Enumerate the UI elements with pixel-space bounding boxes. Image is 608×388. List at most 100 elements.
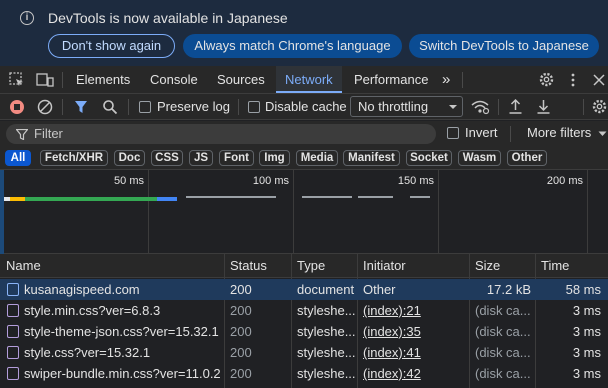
- request-status: 200: [230, 345, 252, 360]
- separator: [238, 99, 239, 115]
- separator: [62, 99, 63, 115]
- request-size: (disk ca...: [475, 303, 531, 318]
- table-row[interactable]: kusanagispeed.com 200 document Other 17.…: [0, 279, 608, 300]
- request-time: 3 ms: [572, 324, 601, 339]
- separator: [62, 72, 63, 88]
- request-time: 58 ms: [565, 282, 601, 297]
- switch-to-japanese-button[interactable]: Switch DevTools to Japanese: [409, 34, 599, 58]
- request-status: 200: [230, 303, 252, 318]
- gridline: [293, 170, 294, 254]
- column-header-status[interactable]: Status: [224, 254, 267, 278]
- filter-row: Filter Invert More filters: [0, 121, 608, 146]
- export-har-icon[interactable]: [536, 98, 551, 115]
- language-notification-bar: i DevTools is now available in Japanese …: [0, 0, 608, 66]
- column-header-size[interactable]: Size: [469, 254, 500, 278]
- filter-chip-all[interactable]: All: [5, 150, 31, 166]
- overview-selection-handle[interactable]: [0, 170, 4, 254]
- preserve-log-label: Preserve log: [157, 99, 230, 114]
- request-type: styleshe...: [297, 324, 356, 339]
- request-initiator: Other: [363, 282, 396, 297]
- request-name: style.min.css?ver=6.8.3: [24, 303, 161, 318]
- filter-chip-wasm[interactable]: Wasm: [458, 150, 501, 166]
- tab-sources[interactable]: Sources: [217, 66, 265, 93]
- resource-type-filters: All Fetch/XHR Doc CSS JS Font Img Media …: [0, 146, 608, 170]
- kebab-menu-icon[interactable]: [569, 72, 577, 88]
- gridline: [587, 170, 588, 254]
- column-header-name[interactable]: Name: [0, 254, 41, 278]
- filter-chip-media[interactable]: Media: [296, 150, 338, 166]
- column-header-type[interactable]: Type: [291, 254, 325, 278]
- table-row[interactable]: style.min.css?ver=6.8.3 200 styleshe... …: [0, 300, 608, 321]
- preserve-log-checkbox[interactable]: [139, 101, 151, 113]
- invert-label: Invert: [465, 125, 498, 140]
- table-row[interactable]: style.css?ver=15.32.1 200 styleshe... (i…: [0, 342, 608, 363]
- gridline: [438, 170, 439, 254]
- filter-chip-manifest[interactable]: Manifest: [343, 150, 400, 166]
- tab-performance[interactable]: Performance: [354, 66, 428, 93]
- filter-chip-socket[interactable]: Socket: [406, 150, 452, 166]
- column-header-time[interactable]: Time: [535, 254, 569, 278]
- filter-chip-doc[interactable]: Doc: [114, 150, 145, 166]
- initiator-link[interactable]: (index):35: [363, 324, 421, 339]
- search-icon[interactable]: [102, 99, 118, 115]
- stop-recording-icon[interactable]: [9, 99, 25, 115]
- request-type: styleshe...: [297, 345, 356, 360]
- filter-funnel-icon: [16, 129, 28, 140]
- initiator-link[interactable]: (index):42: [363, 366, 421, 381]
- invert-checkbox[interactable]: [447, 127, 459, 139]
- requests-table-header: Name Status Type Initiator Size Time: [0, 254, 608, 278]
- tick-label: 200 ms: [546, 175, 583, 187]
- request-name: style-theme-json.css?ver=15.32.1: [24, 324, 219, 339]
- throttling-select[interactable]: No throttling: [350, 96, 463, 117]
- request-time: 3 ms: [572, 366, 601, 381]
- clear-icon[interactable]: [37, 99, 53, 115]
- disable-cache-checkbox[interactable]: [248, 101, 260, 113]
- settings-gear-icon[interactable]: [538, 71, 555, 88]
- request-type: document: [297, 282, 355, 297]
- chevron-down-icon: [449, 105, 457, 109]
- network-conditions-icon[interactable]: [470, 98, 490, 115]
- separator: [128, 99, 129, 115]
- network-overview-timeline[interactable]: 50 ms 100 ms 150 ms 200 ms: [0, 170, 608, 254]
- filter-chip-js[interactable]: JS: [189, 150, 213, 166]
- request-bar: [157, 197, 177, 201]
- import-har-icon[interactable]: [508, 98, 523, 115]
- request-name: kusanagispeed.com: [24, 282, 140, 297]
- request-size: 17.2 kB: [486, 282, 531, 297]
- request-name: style.css?ver=15.32.1: [24, 345, 151, 360]
- request-size: (disk ca...: [475, 345, 531, 360]
- filter-chip-css[interactable]: CSS: [151, 150, 183, 166]
- filter-chip-fetch-xhr[interactable]: Fetch/XHR: [40, 150, 108, 166]
- separator: [583, 99, 584, 115]
- initiator-link[interactable]: (index):21: [363, 303, 421, 318]
- filter-chip-other[interactable]: Other: [507, 150, 547, 166]
- notification-message: DevTools is now available in Japanese: [48, 10, 288, 26]
- tick-label: 150 ms: [397, 175, 434, 187]
- more-filters-button[interactable]: More filters: [527, 125, 591, 140]
- gridline: [148, 170, 149, 254]
- device-toolbar-icon[interactable]: [36, 72, 54, 88]
- more-tabs-button[interactable]: »: [442, 66, 450, 93]
- inspect-element-icon[interactable]: [9, 72, 25, 88]
- request-bar: [302, 196, 352, 198]
- tab-elements[interactable]: Elements: [76, 66, 130, 93]
- network-toolbar: Preserve log Disable cache No throttling: [0, 94, 608, 120]
- dont-show-again-button[interactable]: Don't show again: [48, 34, 175, 58]
- request-status: 200: [230, 282, 252, 297]
- filter-chip-font[interactable]: Font: [219, 150, 254, 166]
- table-row[interactable]: swiper-bundle.min.css?ver=11.0.2 200 sty…: [0, 363, 608, 384]
- tab-console[interactable]: Console: [150, 66, 198, 93]
- table-row[interactable]: style-theme-json.css?ver=15.32.1 200 sty…: [0, 321, 608, 342]
- request-bar: [358, 196, 393, 198]
- filter-input[interactable]: Filter: [6, 124, 436, 144]
- network-settings-icon[interactable]: [591, 98, 608, 115]
- close-icon[interactable]: [592, 73, 606, 87]
- initiator-link[interactable]: (index):41: [363, 345, 421, 360]
- tab-network[interactable]: Network: [276, 66, 342, 93]
- filter-chip-img[interactable]: Img: [259, 150, 290, 166]
- request-bar: [410, 196, 430, 198]
- column-header-initiator[interactable]: Initiator: [357, 254, 406, 278]
- separator: [498, 99, 499, 115]
- match-chrome-language-button[interactable]: Always match Chrome's language: [183, 34, 402, 58]
- filter-funnel-icon[interactable]: [74, 100, 88, 114]
